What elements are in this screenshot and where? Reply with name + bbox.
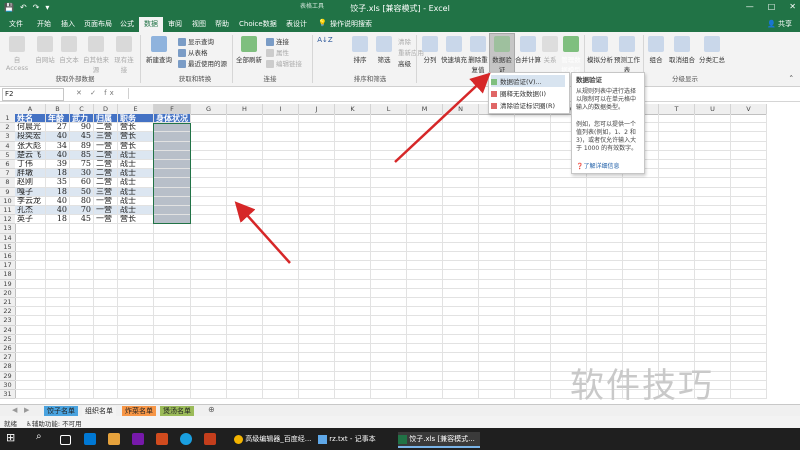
red-arrow-to-validation (394, 72, 491, 163)
annotation-arrows (234, 72, 491, 264)
red-arrow-to-column-f (234, 201, 291, 264)
